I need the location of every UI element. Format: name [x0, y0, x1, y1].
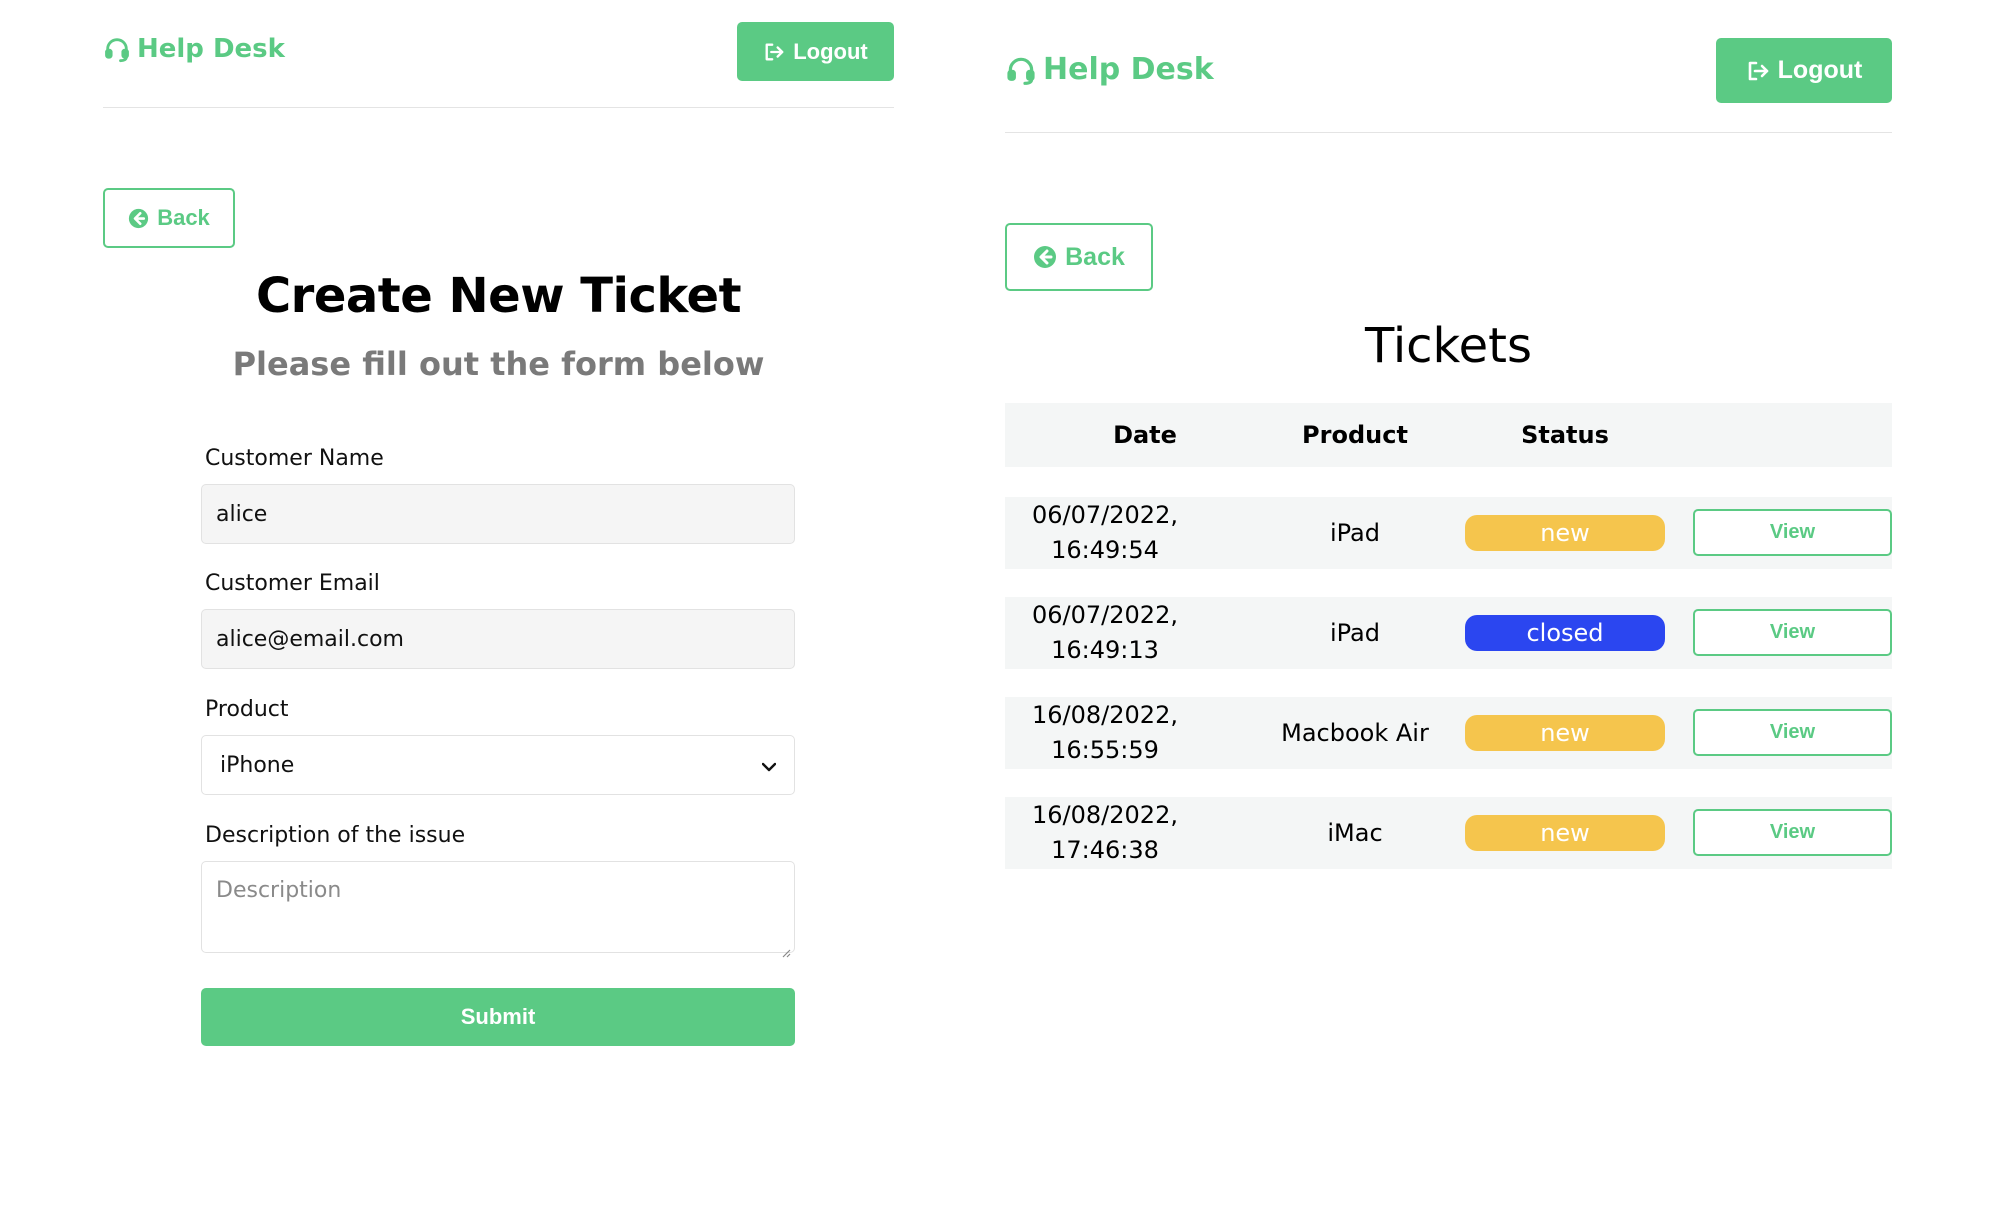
status-badge: new: [1465, 515, 1665, 551]
ticket-date-day: 06/07/2022,: [1032, 601, 1178, 629]
customer-name-value: alice: [216, 501, 268, 527]
ticket-date-day: 16/08/2022,: [1032, 701, 1178, 729]
customer-email-field[interactable]: alice@email.com: [201, 609, 795, 669]
description-placeholder: Description: [216, 878, 342, 903]
ticket-date-day: 16/08/2022,: [1032, 801, 1178, 829]
ticket-product: Macbook Air: [1281, 718, 1429, 747]
ticket-date: 06/07/2022, 16:49:13: [1005, 597, 1205, 669]
product-select-value: iPhone: [220, 752, 295, 778]
sign-out-icon: [763, 42, 785, 62]
headset-icon: [103, 35, 131, 63]
ticket-date-time: 16:49:13: [1051, 636, 1159, 664]
header-divider: [103, 107, 894, 108]
view-ticket-button[interactable]: View: [1693, 509, 1892, 556]
brand-logo[interactable]: Help Desk: [1005, 52, 1214, 87]
ticket-product: iPad: [1329, 618, 1380, 647]
status-badge: new: [1465, 715, 1665, 751]
ticket-date: 16/08/2022, 16:55:59: [1005, 697, 1205, 769]
chevron-down-icon: [761, 753, 777, 778]
description-label: Description of the issue: [205, 823, 466, 848]
ticket-date-time: 16:49:54: [1051, 536, 1159, 564]
resize-grip-icon[interactable]: [781, 939, 791, 958]
table-row: 06/07/2022, 16:49:13 iPad closed View: [1005, 597, 1892, 669]
logout-label: Logout: [793, 38, 868, 64]
back-button[interactable]: Back: [1005, 223, 1153, 291]
customer-name-label: Customer Name: [205, 446, 384, 471]
view-ticket-button[interactable]: View: [1693, 609, 1892, 656]
ticket-date: 16/08/2022, 17:46:38: [1005, 797, 1205, 869]
view-ticket-button[interactable]: View: [1693, 809, 1892, 856]
back-label: Back: [1065, 242, 1125, 271]
ticket-product: iMac: [1327, 818, 1383, 847]
submit-label: Submit: [460, 1004, 536, 1029]
column-header-date: Date: [1113, 421, 1177, 449]
status-badge: closed: [1465, 615, 1665, 651]
ticket-date-time: 17:46:38: [1051, 836, 1159, 864]
customer-email-label: Customer Email: [205, 571, 380, 596]
logout-button[interactable]: Logout: [737, 22, 894, 81]
ticket-date: 06/07/2022, 16:49:54: [1005, 497, 1205, 569]
page-title: Create New Ticket: [255, 268, 742, 324]
submit-button[interactable]: Submit: [201, 988, 795, 1046]
tickets-table-header: Date Product Status: [1005, 403, 1892, 467]
customer-name-field[interactable]: alice: [201, 484, 795, 544]
logout-button[interactable]: Logout: [1716, 38, 1892, 103]
arrow-circle-left-icon: [1033, 245, 1057, 269]
column-header-product: Product: [1302, 421, 1408, 449]
view-ticket-button[interactable]: View: [1693, 709, 1892, 756]
description-textarea[interactable]: Description: [201, 861, 795, 958]
back-label: Back: [157, 205, 210, 230]
ticket-date-time: 16:55:59: [1051, 736, 1159, 764]
brand-logo[interactable]: Help Desk: [103, 34, 285, 64]
sign-out-icon: [1746, 60, 1770, 82]
back-button[interactable]: Back: [103, 188, 235, 248]
brand-text: Help Desk: [1043, 52, 1214, 87]
page-subtitle: Please fill out the form below: [232, 345, 765, 383]
create-ticket-panel: Help Desk Logout Back Create New Ticket …: [103, 0, 894, 1214]
customer-email-value: alice@email.com: [216, 626, 404, 652]
logout-label: Logout: [1777, 56, 1863, 84]
ticket-product: iPad: [1329, 518, 1380, 547]
table-row: 06/07/2022, 16:49:54 iPad new View: [1005, 497, 1892, 569]
column-header-status: Status: [1521, 421, 1609, 449]
headset-icon: [1005, 54, 1037, 86]
brand-text: Help Desk: [137, 34, 285, 64]
table-row: 16/08/2022, 16:55:59 Macbook Air new Vie…: [1005, 697, 1892, 769]
tickets-panel: Help Desk Logout Back Tickets Date Produ…: [1005, 0, 1892, 1214]
product-label: Product: [205, 697, 289, 722]
ticket-date-day: 06/07/2022,: [1032, 501, 1178, 529]
header-divider: [1005, 132, 1892, 133]
arrow-circle-left-icon: [128, 208, 149, 229]
table-row: 16/08/2022, 17:46:38 iMac new View: [1005, 797, 1892, 869]
page-title: Tickets: [1364, 318, 1532, 374]
status-badge: new: [1465, 815, 1665, 851]
product-select[interactable]: iPhone: [201, 735, 795, 795]
